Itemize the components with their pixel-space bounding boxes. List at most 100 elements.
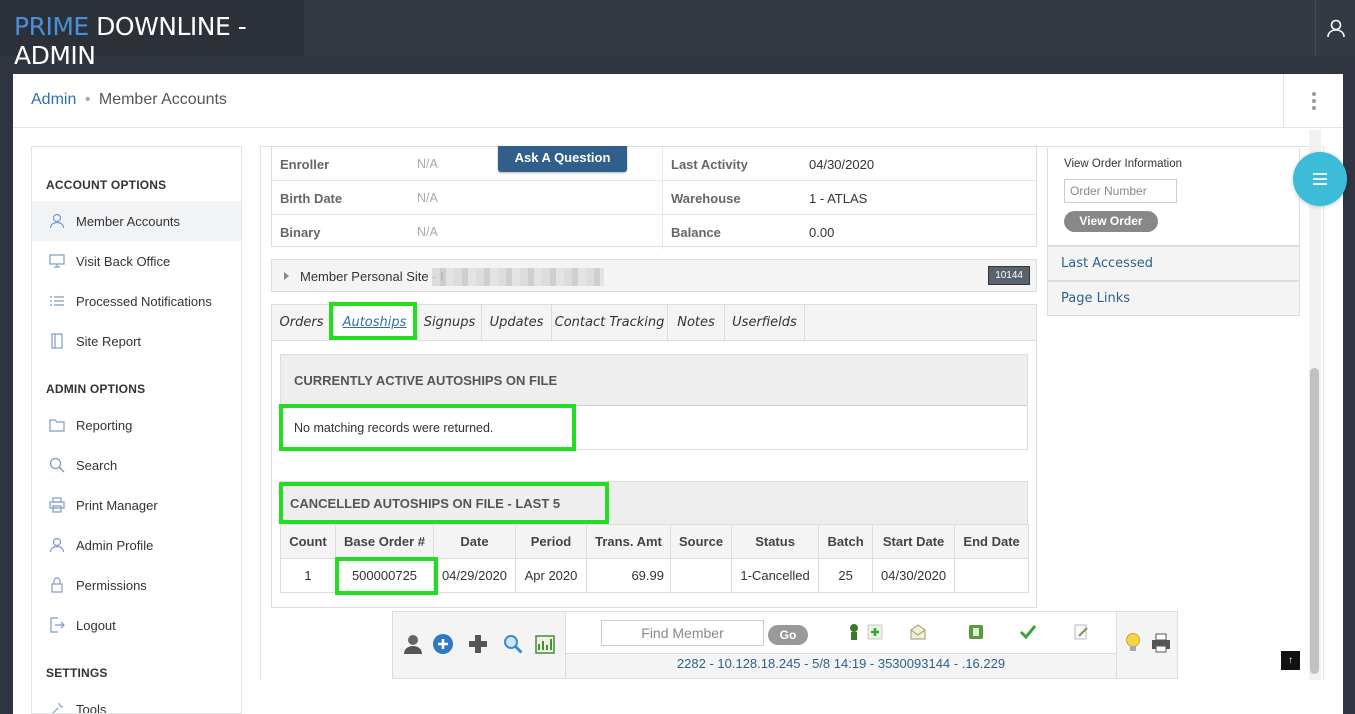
table-header-row: Count Base Order # Date Period Trans. Am… <box>280 524 1030 559</box>
sidebar-item-logout[interactable]: Logout <box>32 605 241 645</box>
tab-signups[interactable]: Signups <box>418 305 482 341</box>
member-personal-site-panel[interactable]: Member Personal Site - I 10144 <box>271 259 1037 292</box>
info-value: N/A <box>417 191 438 205</box>
member-info-table: Enroller N/A Last Activity 04/30/2020 Bi… <box>271 146 1037 249</box>
info-row: Binary N/A Balance 0.00 <box>272 215 1036 249</box>
scrollbar-thumb[interactable] <box>1310 368 1319 674</box>
col-base-order: Base Order # <box>335 524 434 559</box>
highlight-no-records <box>279 404 576 451</box>
sidebar-item-label: Logout <box>76 617 116 633</box>
main-scrollbar[interactable] <box>1309 130 1321 680</box>
sidebar-item-member-accounts[interactable]: Member Accounts <box>32 201 241 241</box>
printer-icon <box>48 496 66 514</box>
cell-start-date: 04/30/2020 <box>872 558 956 593</box>
sidebar-item-site-report[interactable]: Site Report <box>32 321 241 361</box>
order-number-input[interactable]: Order Number <box>1064 179 1177 203</box>
search-icon[interactable] <box>501 632 525 656</box>
breadcrumb: Admin • Member Accounts <box>31 91 227 109</box>
page-links-link[interactable]: Page Links <box>1047 281 1300 316</box>
sidebar-item-label: Reporting <box>76 417 133 433</box>
tab-userfields[interactable]: Userfields <box>725 305 805 341</box>
sidebar-item-label: Permissions <box>76 577 147 593</box>
printer-icon[interactable] <box>1149 631 1173 655</box>
sidebar-item-reporting[interactable]: Reporting <box>32 405 241 445</box>
info-value: N/A <box>417 157 438 171</box>
cell-period: Apr 2020 <box>515 558 587 593</box>
cell-count: 1 <box>280 558 336 593</box>
col-status: Status <box>731 524 820 559</box>
tab-updates[interactable]: Updates <box>482 305 552 341</box>
view-order-button[interactable]: View Order <box>1064 211 1158 232</box>
sidebar-item-processed-notifications[interactable]: Processed Notifications <box>32 281 241 321</box>
user-icon <box>48 536 66 554</box>
report-chart-icon[interactable] <box>533 632 557 656</box>
col-date: Date <box>433 524 516 559</box>
info-label: Last Activity <box>671 157 748 172</box>
sidebar-item-label: Visit Back Office <box>76 253 171 269</box>
sidebar-item-print-manager[interactable]: Print Manager <box>32 485 241 525</box>
breadcrumb-current: Member Accounts <box>98 91 227 108</box>
search-icon <box>48 456 66 474</box>
tab-contact-tracking[interactable]: Contact Tracking <box>552 305 668 341</box>
more-options-button[interactable] <box>1283 74 1343 128</box>
sidebar-item-permissions[interactable]: Permissions <box>32 565 241 605</box>
notebook-icon <box>48 332 66 350</box>
member-id-badge: 10144 <box>988 266 1030 285</box>
tab-notes[interactable]: Notes <box>668 305 725 341</box>
info-value: 04/30/2020 <box>809 157 875 172</box>
user-icon <box>48 212 66 230</box>
sidebar-item-label: Processed Notifications <box>76 293 212 309</box>
sidebar-item-visit-back-office[interactable]: Visit Back Office <box>32 241 241 281</box>
last-accessed-link[interactable]: Last Accessed <box>1047 246 1300 281</box>
col-trans-amt: Trans. Amt <box>586 524 671 559</box>
breadcrumb-admin[interactable]: Admin <box>31 91 76 108</box>
col-start-date: Start Date <box>872 524 956 559</box>
add-circle-icon[interactable] <box>431 632 455 656</box>
col-batch: Batch <box>818 524 874 559</box>
sidebar-item-label: Member Accounts <box>76 213 181 229</box>
top-bar: PRIME DOWNLINE - ADMIN <box>0 0 1355 70</box>
admin-options-heading: ADMIN OPTIONS <box>46 382 146 396</box>
breadcrumb-bar: Admin • Member Accounts <box>13 74 1343 128</box>
sidebar-item-search[interactable]: Search <box>32 445 241 485</box>
go-button[interactable]: Go <box>768 625 808 645</box>
back-to-top-button[interactable]: ↑ <box>1281 651 1300 670</box>
checkmark-icon[interactable] <box>1016 620 1040 644</box>
bottom-toolbar: Find Member Go 2282 - 10.128.18.245 - 5/… <box>392 611 1178 679</box>
sidebar-item-tools[interactable]: Tools <box>32 689 241 714</box>
edit-note-icon[interactable] <box>1069 620 1093 644</box>
breadcrumb-separator: • <box>84 91 91 108</box>
info-value: N/A <box>417 225 438 239</box>
member-icon[interactable] <box>401 632 425 656</box>
active-autoships-heading: CURRENTLY ACTIVE AUTOSHIPS ON FILE <box>281 355 1027 406</box>
info-row: Birth Date N/A Warehouse 1 - ATLAS <box>272 181 1036 215</box>
brand-logo[interactable]: PRIME DOWNLINE - ADMIN <box>0 0 304 70</box>
right-panel: View Order Information Order Number View… <box>1047 148 1300 316</box>
sidebar-item-label: Tools <box>76 701 107 714</box>
view-order-box: View Order Information Order Number View… <box>1047 148 1300 246</box>
mail-icon[interactable] <box>906 620 930 644</box>
cell-status: 1-Cancelled <box>731 558 820 593</box>
col-period: Period <box>515 524 587 559</box>
lightbulb-icon[interactable] <box>1121 631 1145 655</box>
plus-icon[interactable] <box>466 632 490 656</box>
info-value: 1 - ATLAS <box>809 191 868 206</box>
cell-date: 04/29/2020 <box>433 558 516 593</box>
ledger-icon[interactable] <box>964 620 988 644</box>
menu-fab-button[interactable] <box>1293 152 1347 206</box>
find-member-input[interactable]: Find Member <box>601 620 764 646</box>
add-green-icon[interactable] <box>863 620 887 644</box>
tab-orders[interactable]: Orders <box>272 305 332 341</box>
user-icon <box>1326 19 1345 38</box>
view-order-title: View Order Information <box>1064 158 1183 170</box>
info-value: 0.00 <box>809 225 835 240</box>
monitor-icon <box>48 252 66 270</box>
personal-site-label: Member Personal Site - I <box>300 269 444 284</box>
info-label: Balance <box>671 225 721 240</box>
sidebar-item-admin-profile[interactable]: Admin Profile <box>32 525 241 565</box>
tools-icon <box>48 700 66 713</box>
user-menu-button[interactable] <box>1315 0 1355 56</box>
ask-question-button[interactable]: Ask A Question <box>498 146 627 172</box>
info-label: Enroller <box>280 157 330 172</box>
cell-end-date <box>954 558 1030 593</box>
